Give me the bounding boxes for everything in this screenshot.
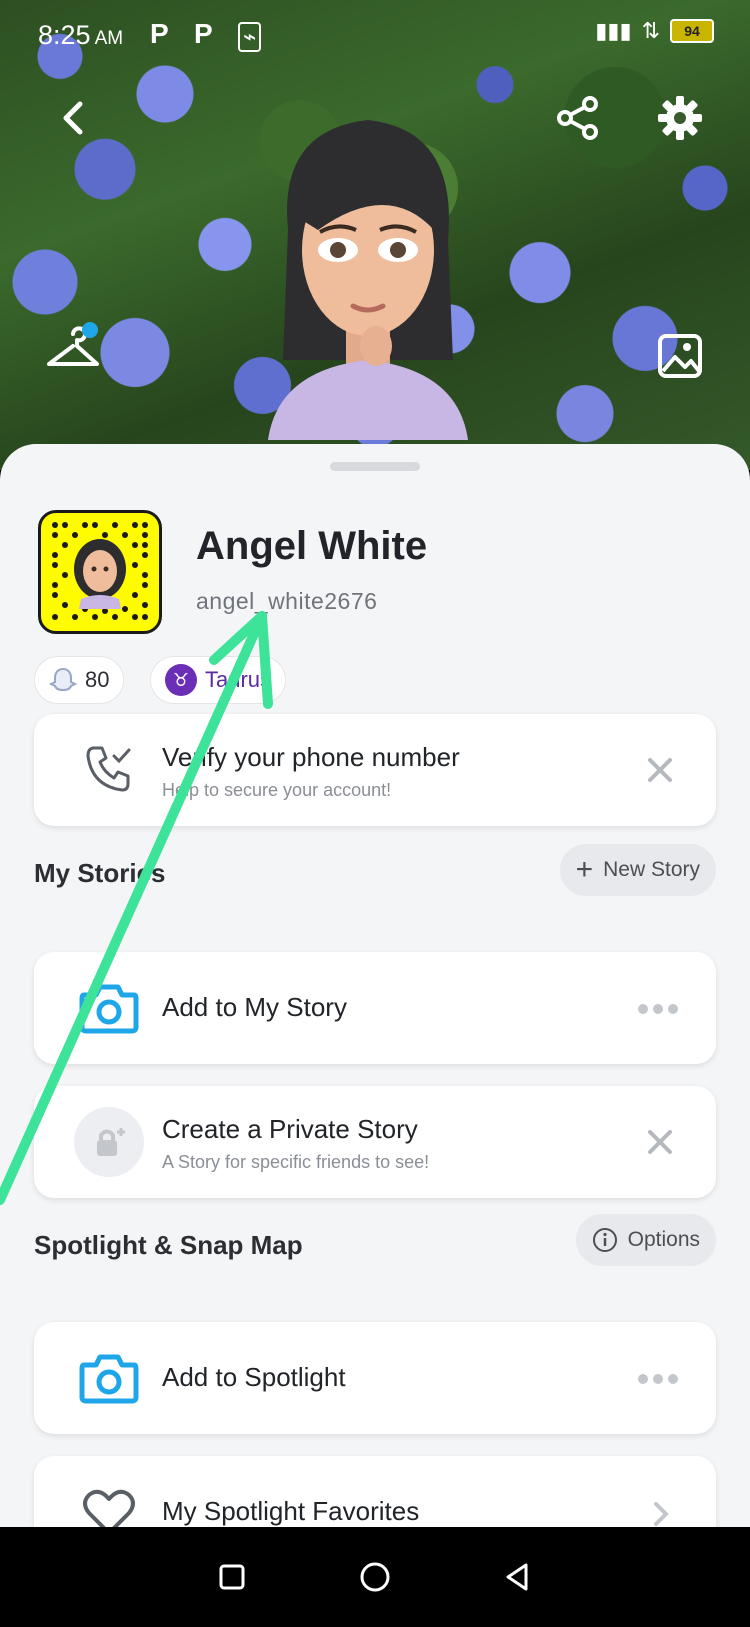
notification-dot	[82, 322, 98, 338]
image-icon	[658, 334, 702, 378]
gear-icon	[658, 96, 702, 140]
create-private-story-label: Create a Private Story	[162, 1114, 418, 1144]
my-stories-heading: My Stories	[34, 858, 166, 888]
my-spotlight-favorites-label: My Spotlight Favorites	[162, 1496, 420, 1526]
verify-title: Verify your phone number	[162, 742, 460, 772]
back-nav-button[interactable]	[488, 1547, 548, 1607]
snap-score-chip[interactable]: 80	[34, 656, 125, 704]
activity-notification-icon: ⌁	[238, 22, 262, 52]
add-to-my-story-card[interactable]: Add to My Story	[34, 952, 716, 1064]
verify-subtitle: Help to secure your account!	[162, 780, 392, 800]
recent-apps-button[interactable]	[202, 1547, 262, 1607]
create-private-story-card[interactable]: Create a Private Story A Story for speci…	[34, 1086, 716, 1198]
options-label: Options	[627, 1228, 700, 1251]
create-private-story-subtitle: A Story for specific friends to see!	[162, 1152, 430, 1172]
circle-icon	[360, 1562, 390, 1592]
share-button[interactable]	[548, 88, 608, 148]
status-bar: 8:25 AM P P ⌁ ▮▮▮ ⇅ 94	[0, 0, 750, 70]
share-icon	[557, 96, 598, 140]
plus-icon: +	[575, 853, 594, 886]
parking-notification-icon: P	[194, 18, 213, 49]
battery-icon: 94	[670, 19, 714, 43]
bitmoji-outfit-button[interactable]	[40, 318, 106, 384]
display-name: Angel White	[196, 524, 428, 568]
profile-header-background: 8:25 AM P P ⌁ ▮▮▮ ⇅ 94	[0, 0, 750, 470]
drag-handle[interactable]	[330, 462, 420, 471]
profile-sheet: Angel White angel_white2676 80 ♉ Taurus …	[0, 444, 750, 1527]
username[interactable]: angel_white2676	[196, 588, 377, 615]
snapcode-dots	[52, 522, 148, 620]
back-button[interactable]	[44, 88, 104, 148]
my-spotlight-favorites-card[interactable]: My Spotlight Favorites	[34, 1456, 716, 1527]
add-to-my-story-label: Add to My Story	[162, 992, 347, 1022]
zodiac-label: Taurus	[205, 667, 272, 692]
triangle-back-icon	[506, 1563, 528, 1591]
new-story-label: New Story	[603, 858, 700, 881]
ghost-icon	[49, 667, 77, 692]
phone-check-icon	[74, 734, 144, 804]
square-icon	[219, 1564, 245, 1590]
data-transfer-icon: ⇅	[641, 18, 660, 43]
private-story-lock-icon	[74, 1107, 144, 1177]
signal-icon: ▮▮▮	[595, 18, 632, 43]
more-options-icon[interactable]	[638, 1002, 678, 1016]
settings-button[interactable]	[650, 88, 710, 148]
zodiac-chip[interactable]: ♉ Taurus	[150, 656, 287, 704]
info-icon	[592, 1228, 617, 1252]
add-to-spotlight-card[interactable]: Add to Spotlight	[34, 1322, 716, 1434]
new-story-button[interactable]: + New Story	[559, 844, 716, 896]
snap-score: 80	[85, 667, 110, 692]
camera-icon	[74, 973, 144, 1043]
status-time: 8:25 AM	[38, 20, 124, 50]
snapcode[interactable]	[38, 510, 162, 634]
parking-notification-icon: P	[150, 18, 169, 49]
close-icon[interactable]	[644, 754, 676, 786]
close-icon[interactable]	[644, 1126, 676, 1158]
chevron-left-icon	[63, 101, 83, 135]
chevron-right-icon	[654, 1502, 669, 1526]
more-options-icon[interactable]	[638, 1372, 678, 1386]
change-background-button[interactable]	[652, 328, 708, 384]
taurus-icon: ♉	[165, 664, 197, 696]
home-button[interactable]	[345, 1547, 405, 1607]
bitmoji-avatar[interactable]	[258, 110, 478, 440]
camera-icon	[74, 1343, 144, 1413]
verify-phone-card[interactable]: Verify your phone number Help to secure …	[34, 714, 716, 826]
options-button[interactable]: Options	[575, 1214, 716, 1266]
system-navigation-bar	[0, 1527, 750, 1627]
status-icons: ▮▮▮ ⇅ 94	[595, 18, 714, 44]
add-to-spotlight-label: Add to Spotlight	[162, 1362, 346, 1392]
heart-icon	[74, 1477, 144, 1527]
spotlight-heading: Spotlight & Snap Map	[34, 1230, 303, 1260]
